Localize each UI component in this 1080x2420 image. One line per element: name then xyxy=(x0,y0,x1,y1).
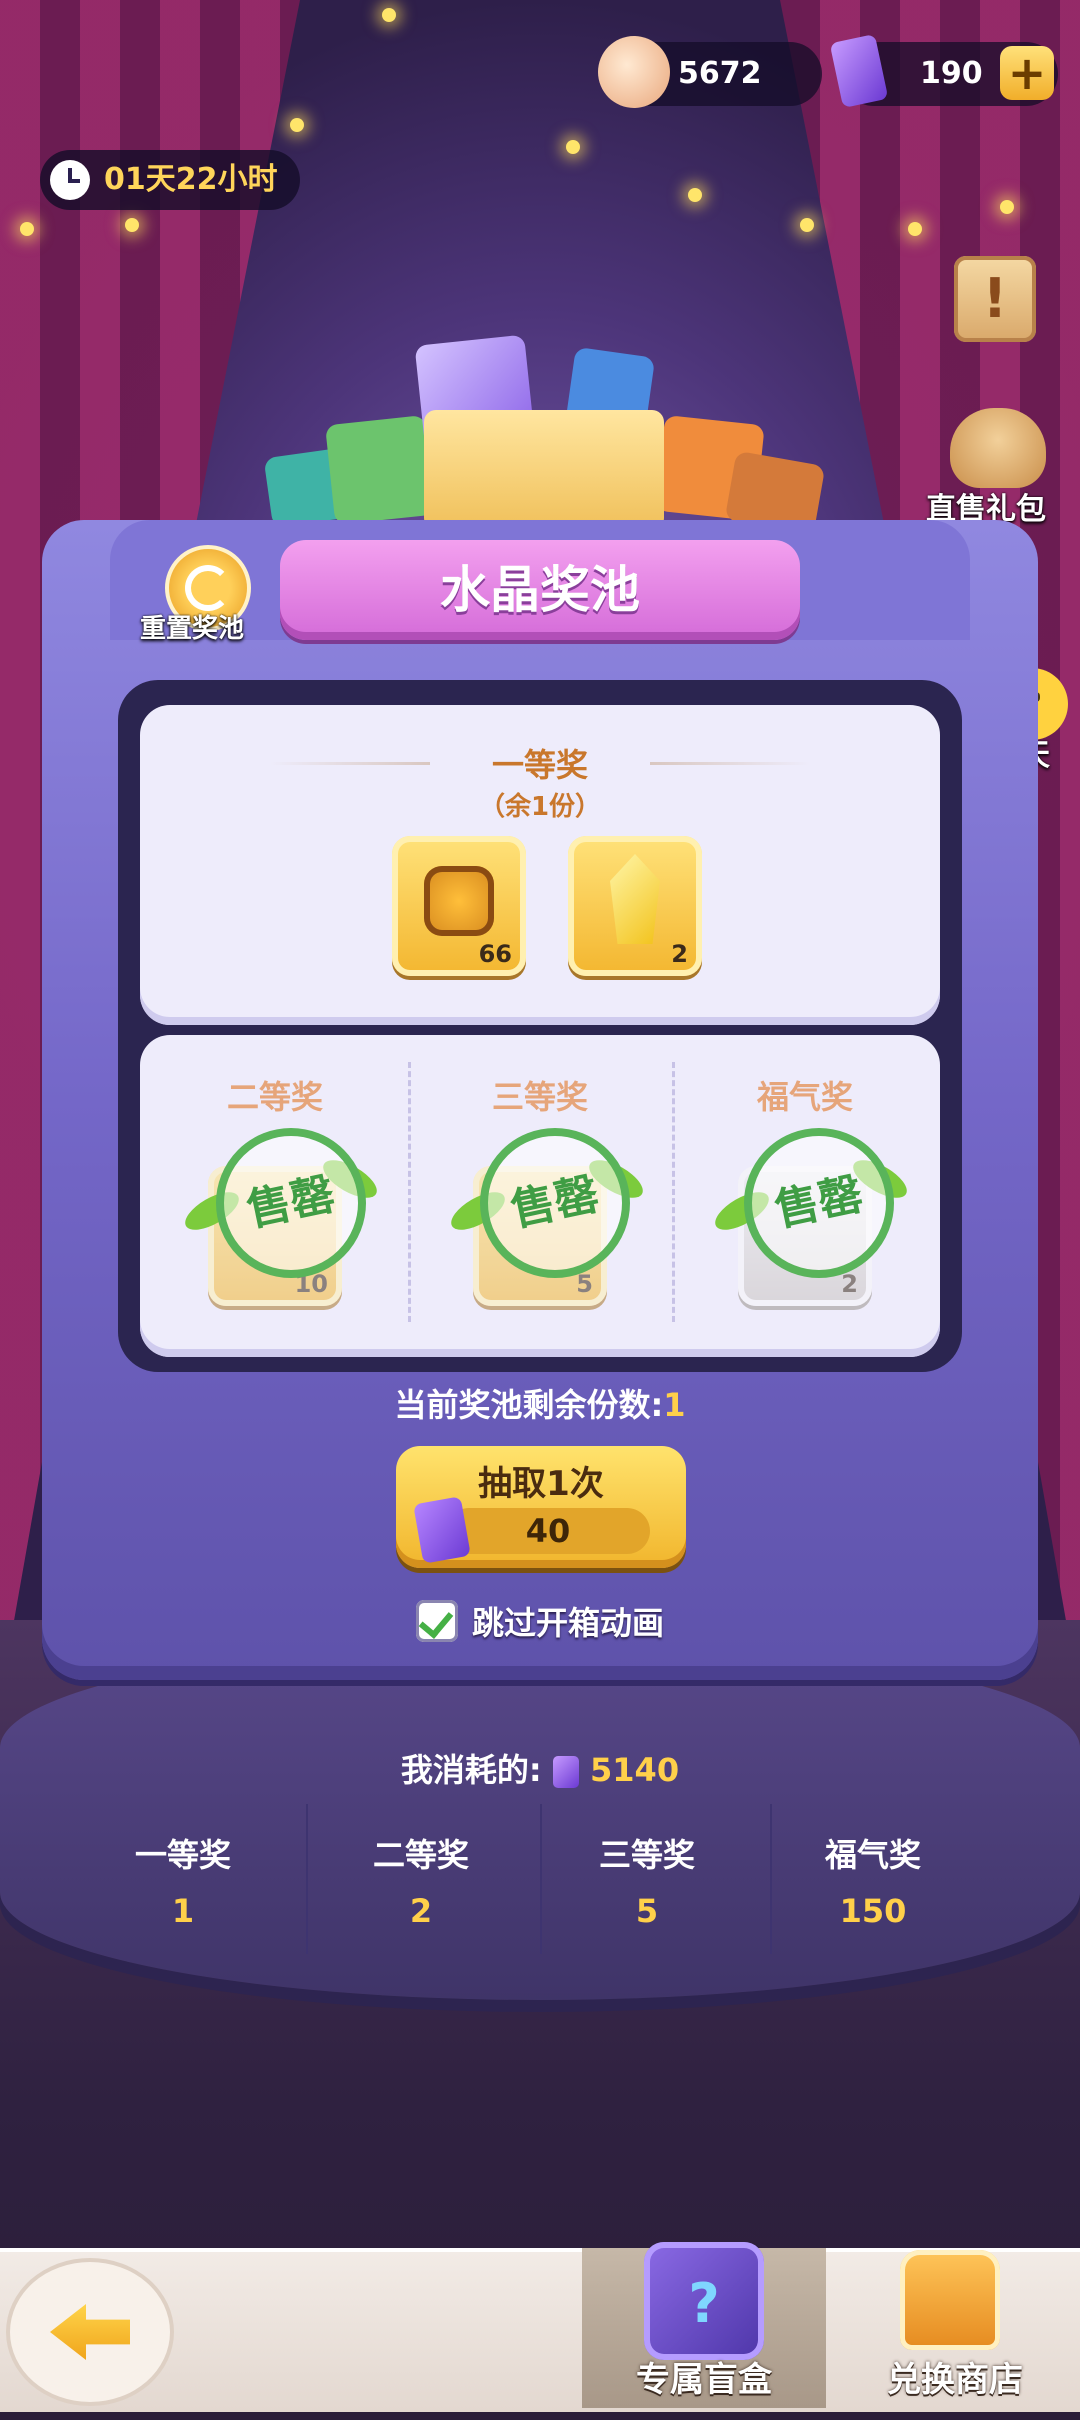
notice-button[interactable]: ! xyxy=(954,256,1036,342)
stat-lucky-prize: 福气奖 150 xyxy=(760,1804,986,1954)
pool-remaining: 当前奖池剩余份数:1 xyxy=(0,1380,1080,1426)
prize-item-card[interactable]: 2 xyxy=(568,836,702,976)
ticket-count: 190 xyxy=(920,56,983,91)
item-count: 66 xyxy=(478,940,512,968)
sold-out-stamp-text: 售罄 xyxy=(242,1168,340,1237)
stat-name: 二等奖 xyxy=(372,1836,469,1874)
checkmark-icon xyxy=(418,1603,454,1639)
shell-icon xyxy=(598,36,670,108)
prize-item-card[interactable]: 66 xyxy=(392,836,526,976)
stat-name: 三等奖 xyxy=(598,1836,695,1874)
third-prize-title: 三等奖 xyxy=(491,1078,588,1116)
pool-remaining-label: 当前奖池剩余份数: xyxy=(394,1386,664,1424)
prize-divider xyxy=(408,1062,411,1322)
ticket-icon xyxy=(552,1756,579,1788)
prize-divider xyxy=(672,1062,675,1322)
sold-out-stamp-text: 售罄 xyxy=(770,1168,868,1237)
second-prize-title: 二等奖 xyxy=(226,1078,323,1116)
gift-pack-icon xyxy=(950,408,1046,488)
ornament-right xyxy=(650,762,810,765)
pool-title: 水晶奖池 xyxy=(440,561,640,619)
consumption-label: 我消耗的: xyxy=(400,1751,542,1789)
first-prize-remaining: （余1份） xyxy=(478,792,602,822)
stat-value: 5 xyxy=(635,1892,659,1930)
stat-first-prize: 一等奖 1 xyxy=(70,1804,296,1954)
ornament-left xyxy=(270,762,430,765)
skip-animation-checkbox[interactable] xyxy=(416,1600,458,1642)
gold-crystal-icon xyxy=(610,854,660,944)
consumption-summary: 我消耗的: 5140 xyxy=(0,1745,1080,1791)
prize-stats-table: 一等奖 1 二等奖 2 三等奖 5 福气奖 150 xyxy=(70,1804,1010,1954)
stat-name: 一等奖 xyxy=(134,1836,231,1874)
consumption-value: 5140 xyxy=(590,1751,680,1789)
first-prize-title: 一等奖 xyxy=(491,746,588,784)
draw-once-label: 抽取1次 xyxy=(478,1464,604,1504)
lucky-prize-title: 福气奖 xyxy=(756,1078,853,1116)
stat-name: 福气奖 xyxy=(824,1836,921,1874)
nav-blindbox-label: 专属盲盒 xyxy=(636,2360,772,2400)
coin-token-icon xyxy=(424,866,494,936)
reset-pool-button[interactable]: 重置奖池 xyxy=(140,608,244,645)
clock-icon xyxy=(50,160,90,200)
stat-value: 1 xyxy=(171,1892,195,1930)
stat-value: 2 xyxy=(409,1892,433,1930)
exchange-shop-icon xyxy=(900,2250,1000,2350)
stat-third-prize: 三等奖 5 xyxy=(534,1804,760,1954)
skip-animation-label[interactable]: 跳过开箱动画 xyxy=(472,1598,664,1644)
back-button[interactable] xyxy=(10,2262,170,2402)
nav-exchange-shop[interactable]: 兑换商店 xyxy=(840,2352,1070,2401)
item-count: 2 xyxy=(671,940,688,968)
pool-remaining-value: 1 xyxy=(663,1386,686,1424)
add-ticket-button[interactable]: + xyxy=(1000,46,1054,100)
draw-cost: 40 xyxy=(525,1512,571,1550)
back-arrow-icon xyxy=(50,2304,130,2360)
stat-second-prize: 二等奖 2 xyxy=(308,1804,534,1954)
timer-text: 01天22小时 xyxy=(104,162,278,197)
exclamation-scroll-icon: ! xyxy=(982,267,1008,330)
shell-count: 5672 xyxy=(678,56,762,91)
sold-out-stamp-text: 售罄 xyxy=(506,1168,604,1237)
ticket-icon xyxy=(413,1496,471,1564)
blindbox-icon: ? xyxy=(644,2242,764,2360)
stat-value: 150 xyxy=(839,1892,907,1930)
